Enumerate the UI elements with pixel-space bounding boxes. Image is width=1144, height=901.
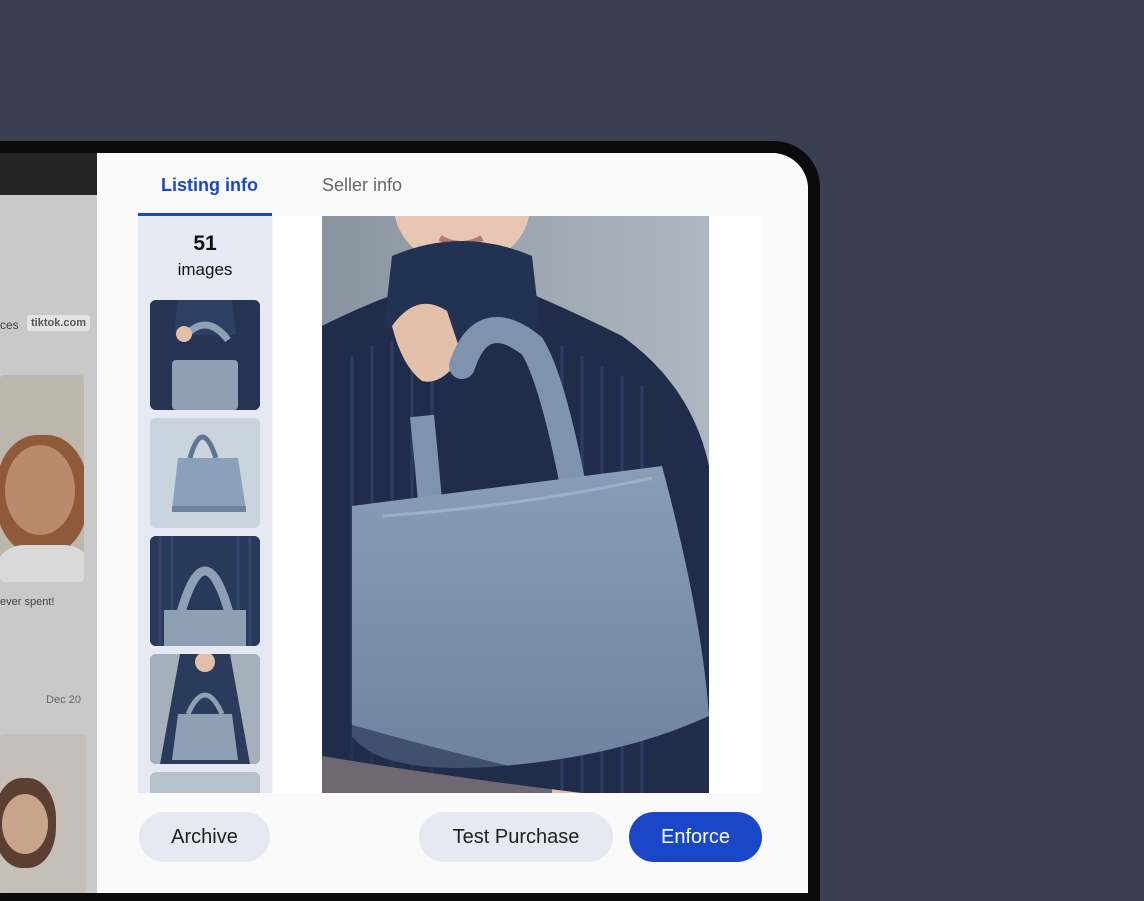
thumbnail-strip[interactable]: 51 images: [138, 216, 272, 793]
tab-seller-info[interactable]: Seller info: [322, 175, 402, 196]
source-tag: tiktok.com: [27, 315, 91, 331]
thumbnail-1[interactable]: [150, 300, 260, 410]
background-post-caption: ever spent!: [0, 596, 55, 608]
image-count-label: images: [177, 260, 233, 279]
thumbnail-5[interactable]: [150, 772, 260, 793]
tab-bar: Listing info Seller info: [138, 153, 762, 216]
background-topbar: [0, 153, 97, 195]
enforce-button[interactable]: Enforce: [629, 812, 762, 862]
archive-button[interactable]: Archive: [139, 812, 270, 862]
listing-main-image[interactable]: [322, 216, 709, 793]
background-app: ces tiktok.com ever spent! Dec 20: [0, 153, 97, 893]
background-post-date: Dec 20: [46, 694, 81, 706]
image-count: 51: [193, 232, 217, 255]
main-image-viewer: [273, 216, 762, 793]
tab-listing-info[interactable]: Listing info: [161, 175, 258, 196]
background-tag-prefix: ces: [0, 318, 19, 332]
app-screen: ces tiktok.com ever spent! Dec 20 Listin…: [0, 153, 808, 893]
background-post-image: [0, 375, 84, 582]
thumbnail-3[interactable]: [150, 536, 260, 646]
background-post-image-2: [0, 734, 86, 893]
test-purchase-button[interactable]: Test Purchase: [419, 812, 613, 862]
thumbnail-2[interactable]: [150, 418, 260, 528]
thumbnail-4[interactable]: [150, 654, 260, 764]
listing-panel: Listing info Seller info 51 images Archi…: [97, 153, 808, 893]
